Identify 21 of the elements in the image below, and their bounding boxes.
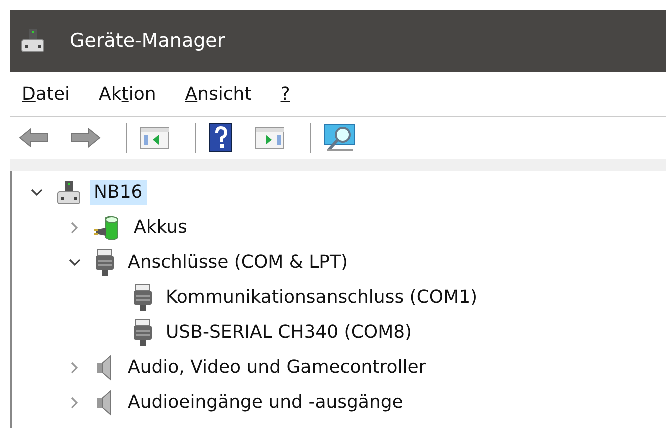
window-pane-icon[interactable] [254, 125, 286, 151]
menu-item[interactable]: ? [280, 84, 290, 104]
menu-item[interactable]: Ansicht [185, 84, 252, 104]
menu-item[interactable]: Datei [22, 84, 70, 104]
tree-item[interactable]: Audioeingänge und -ausgänge [124, 390, 408, 415]
help-icon[interactable] [208, 123, 234, 153]
tree-item[interactable]: Audio, Video und Gamecontroller [124, 355, 430, 380]
port-connector-icon [132, 318, 154, 346]
computer-icon [20, 28, 46, 54]
menu-item[interactable]: Aktion [99, 84, 156, 104]
window-pane-icon[interactable] [139, 125, 171, 151]
tree-item[interactable]: NB16 [90, 180, 147, 205]
computer-icon [56, 180, 82, 206]
port-connector-icon [94, 248, 116, 276]
tree-item[interactable]: USB-SERIAL CH340 (COM8) [162, 320, 416, 345]
tree-item[interactable]: Akkus [130, 215, 192, 240]
window-title: Geräte-Manager [70, 30, 226, 52]
tree-item[interactable]: Kommunikationsanschluss (COM1) [162, 285, 482, 310]
tree-item[interactable]: Anschlüsse (COM & LPT) [124, 250, 352, 275]
monitor-magnifier-icon[interactable] [323, 123, 357, 153]
port-connector-icon [132, 284, 154, 312]
